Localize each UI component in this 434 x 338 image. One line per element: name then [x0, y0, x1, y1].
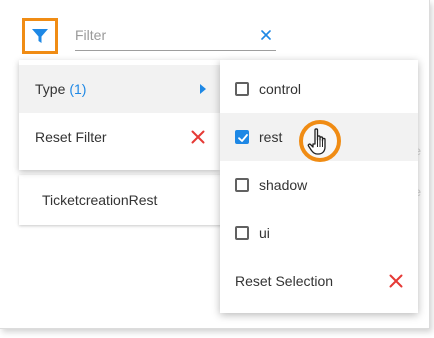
menu-item-type-label: Type	[35, 81, 66, 97]
filter-input[interactable]	[75, 22, 255, 48]
option-label: rest	[259, 129, 283, 145]
funnel-icon	[32, 29, 48, 43]
list-item-name: TicketcreationRest	[42, 192, 158, 208]
checkmark-icon	[238, 134, 248, 142]
filter-menu: Type (1) Reset Filter	[19, 60, 220, 170]
app-panel: TicketcreationRest e e Type(1) Reset Fil…	[0, 0, 430, 329]
reset-selection-item[interactable]: Reset Selection	[220, 257, 418, 305]
option-control[interactable]: control	[220, 65, 418, 113]
checkbox-rest[interactable]	[235, 130, 249, 144]
menu-item-reset-filter[interactable]: Reset Filter	[19, 113, 220, 161]
filter-field	[75, 22, 276, 51]
reset-selection-label: Reset Selection	[235, 273, 334, 289]
option-label: ui	[259, 225, 270, 241]
close-icon[interactable]	[388, 273, 404, 289]
checkbox-shadow[interactable]	[235, 178, 249, 192]
clear-filter-icon[interactable]	[259, 28, 273, 42]
option-label: control	[259, 81, 302, 97]
filter-toggle-button[interactable]	[22, 18, 58, 54]
type-count-badge: (1)	[69, 81, 87, 97]
type-submenu: control rest shadow ui Reset Selection	[220, 60, 418, 313]
chevron-right-icon	[200, 84, 206, 94]
menu-item-type[interactable]: Type (1)	[19, 65, 220, 113]
checkbox-ui[interactable]	[235, 226, 249, 240]
checkbox-control[interactable]	[235, 82, 249, 96]
option-label: shadow	[259, 177, 308, 193]
close-icon[interactable]	[190, 129, 206, 145]
option-ui[interactable]: ui	[220, 209, 418, 257]
list-item[interactable]: TicketcreationRest	[19, 175, 224, 225]
menu-item-reset-filter-label: Reset Filter	[35, 129, 107, 145]
option-shadow[interactable]: shadow	[220, 161, 418, 209]
hand-pointer-icon	[307, 128, 326, 155]
